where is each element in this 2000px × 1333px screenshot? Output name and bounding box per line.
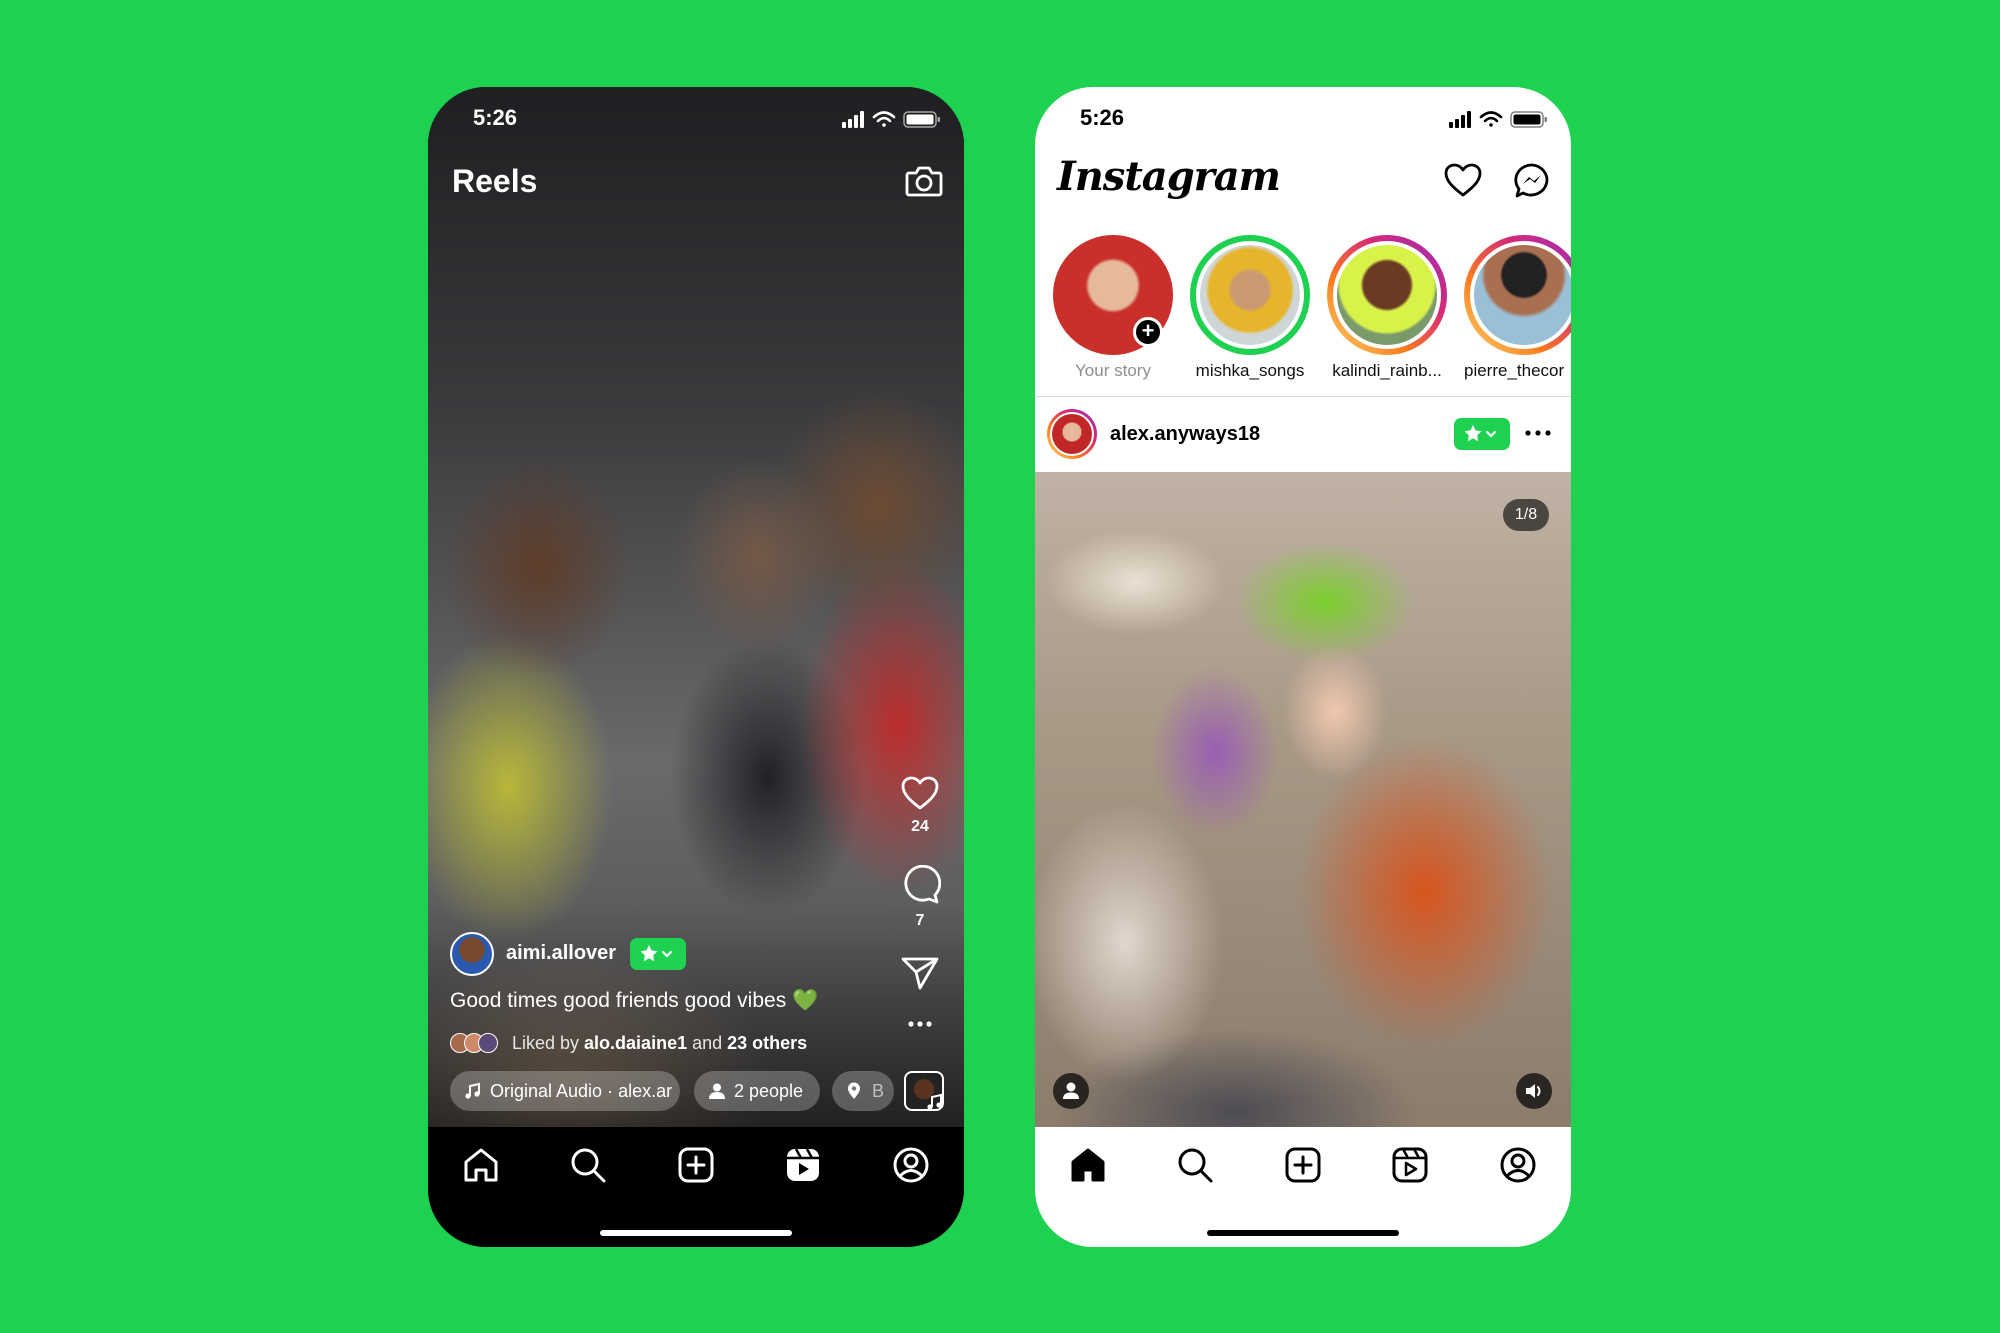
avatar[interactable] bbox=[1047, 409, 1097, 459]
instagram-logo[interactable]: Instagram bbox=[1057, 153, 1281, 200]
bottom-nav bbox=[1035, 1127, 1571, 1247]
story-ring-close-friends[interactable] bbox=[1190, 235, 1310, 355]
music-icon bbox=[927, 1093, 942, 1110]
signal-icon bbox=[1449, 111, 1471, 128]
heart-icon[interactable] bbox=[1443, 161, 1483, 199]
story-item[interactable]: mishka_songs bbox=[1190, 235, 1310, 387]
status-icons bbox=[1449, 111, 1547, 128]
page-title: Reels bbox=[452, 163, 538, 199]
post-username[interactable]: alex.anyways18 bbox=[1110, 423, 1260, 446]
person-icon bbox=[709, 1083, 725, 1099]
author-username[interactable]: aimi.allover bbox=[506, 942, 616, 965]
story-item[interactable]: + Your story bbox=[1053, 235, 1173, 387]
post-image[interactable] bbox=[1035, 472, 1571, 1127]
status-bar: 5:26 bbox=[428, 87, 964, 147]
home-indicator bbox=[600, 1230, 792, 1236]
signal-icon bbox=[842, 111, 864, 128]
story-ring[interactable] bbox=[1327, 235, 1447, 355]
camera-icon[interactable] bbox=[904, 161, 944, 201]
home-icon[interactable] bbox=[461, 1145, 501, 1185]
avatar bbox=[1333, 241, 1441, 349]
music-icon bbox=[465, 1082, 480, 1099]
share-action[interactable] bbox=[892, 955, 948, 996]
liked-middle: and bbox=[687, 1033, 728, 1053]
liked-by-text: Liked by alo.daiaine1 and 23 others bbox=[512, 1033, 807, 1054]
avatar bbox=[1470, 241, 1571, 349]
avatar bbox=[1196, 241, 1304, 349]
favorites-badge[interactable] bbox=[1454, 418, 1510, 450]
audio-pill[interactable]: Original Audio · alex.ar bbox=[450, 1071, 680, 1111]
liked-prefix: Liked by bbox=[512, 1033, 585, 1053]
location-label: B bbox=[872, 1081, 885, 1101]
mute-button[interactable] bbox=[1516, 1073, 1552, 1109]
comment-action[interactable]: 7 bbox=[892, 864, 948, 930]
add-story-icon[interactable]: + bbox=[1133, 317, 1163, 347]
home-icon[interactable] bbox=[1068, 1145, 1108, 1185]
favorites-badge[interactable] bbox=[630, 938, 686, 970]
comment-count: 7 bbox=[915, 912, 925, 929]
liked-user[interactable]: alo.daiaine1 bbox=[584, 1033, 687, 1053]
battery-icon bbox=[1510, 111, 1547, 128]
location-icon bbox=[848, 1082, 860, 1099]
search-icon[interactable] bbox=[1175, 1145, 1215, 1185]
status-icons bbox=[842, 111, 940, 128]
post-header: alex.anyways18 bbox=[1035, 397, 1571, 472]
more-icon[interactable] bbox=[900, 1018, 940, 1030]
create-icon[interactable] bbox=[1283, 1145, 1323, 1185]
feed-phone: 5:26 Instagram + Your story mishka_songs… bbox=[1035, 87, 1571, 1247]
status-time: 5:26 bbox=[1080, 105, 1125, 130]
reels-icon[interactable] bbox=[1390, 1145, 1430, 1185]
reel-caption[interactable]: Good times good friends good vibes 💚 bbox=[450, 989, 818, 1013]
story-label: kalindi_rainb... bbox=[1332, 361, 1442, 380]
avatar[interactable] bbox=[450, 932, 494, 976]
reels-icon[interactable] bbox=[783, 1145, 823, 1185]
audio-label: Original Audio · alex.ar bbox=[490, 1081, 673, 1101]
people-label: 2 people bbox=[734, 1081, 804, 1101]
send-icon[interactable] bbox=[900, 955, 940, 991]
home-indicator bbox=[1207, 1230, 1399, 1236]
people-pill[interactable]: 2 people bbox=[694, 1071, 820, 1111]
messenger-icon[interactable] bbox=[1512, 161, 1552, 201]
person-icon bbox=[1063, 1082, 1079, 1099]
profile-icon[interactable] bbox=[1498, 1145, 1538, 1185]
more-action[interactable] bbox=[892, 1017, 948, 1035]
wifi-icon bbox=[1479, 111, 1503, 127]
tagged-people-button[interactable] bbox=[1053, 1073, 1089, 1109]
star-icon bbox=[640, 945, 673, 962]
status-time: 5:26 bbox=[473, 105, 518, 130]
status-bar: 5:26 bbox=[1035, 87, 1571, 147]
avatar bbox=[478, 1033, 498, 1053]
story-label: Your story bbox=[1075, 361, 1151, 380]
stories-tray: + Your story mishka_songs kalindi_rainb.… bbox=[1035, 235, 1571, 387]
star-icon bbox=[1464, 425, 1497, 442]
reels-phone: 5:26 Reels 24 7 aimi.allover Good times … bbox=[428, 87, 964, 1247]
wifi-icon bbox=[872, 111, 896, 127]
volume-icon bbox=[1526, 1084, 1541, 1098]
story-label: pierre_thecor bbox=[1464, 361, 1565, 380]
more-icon[interactable] bbox=[1523, 423, 1553, 443]
story-item[interactable]: kalindi_rainb... bbox=[1327, 235, 1447, 387]
liked-avatars bbox=[450, 1033, 504, 1053]
profile-icon[interactable] bbox=[891, 1145, 931, 1185]
like-action[interactable]: 24 bbox=[892, 775, 948, 836]
carousel-counter: 1/8 bbox=[1503, 499, 1549, 531]
location-pill[interactable]: B bbox=[832, 1071, 894, 1111]
create-icon[interactable] bbox=[676, 1145, 716, 1185]
search-icon[interactable] bbox=[568, 1145, 608, 1185]
story-ring[interactable] bbox=[1464, 235, 1571, 355]
audio-thumbnail[interactable] bbox=[904, 1071, 944, 1111]
story-item[interactable]: pierre_thecor bbox=[1464, 235, 1571, 387]
heart-icon[interactable] bbox=[900, 775, 940, 811]
battery-icon bbox=[903, 111, 940, 128]
bottom-nav bbox=[428, 1127, 964, 1247]
liked-others[interactable]: 23 others bbox=[727, 1033, 807, 1053]
comment-icon[interactable] bbox=[899, 864, 942, 905]
like-count: 24 bbox=[911, 818, 929, 835]
story-label: mishka_songs bbox=[1195, 361, 1305, 380]
